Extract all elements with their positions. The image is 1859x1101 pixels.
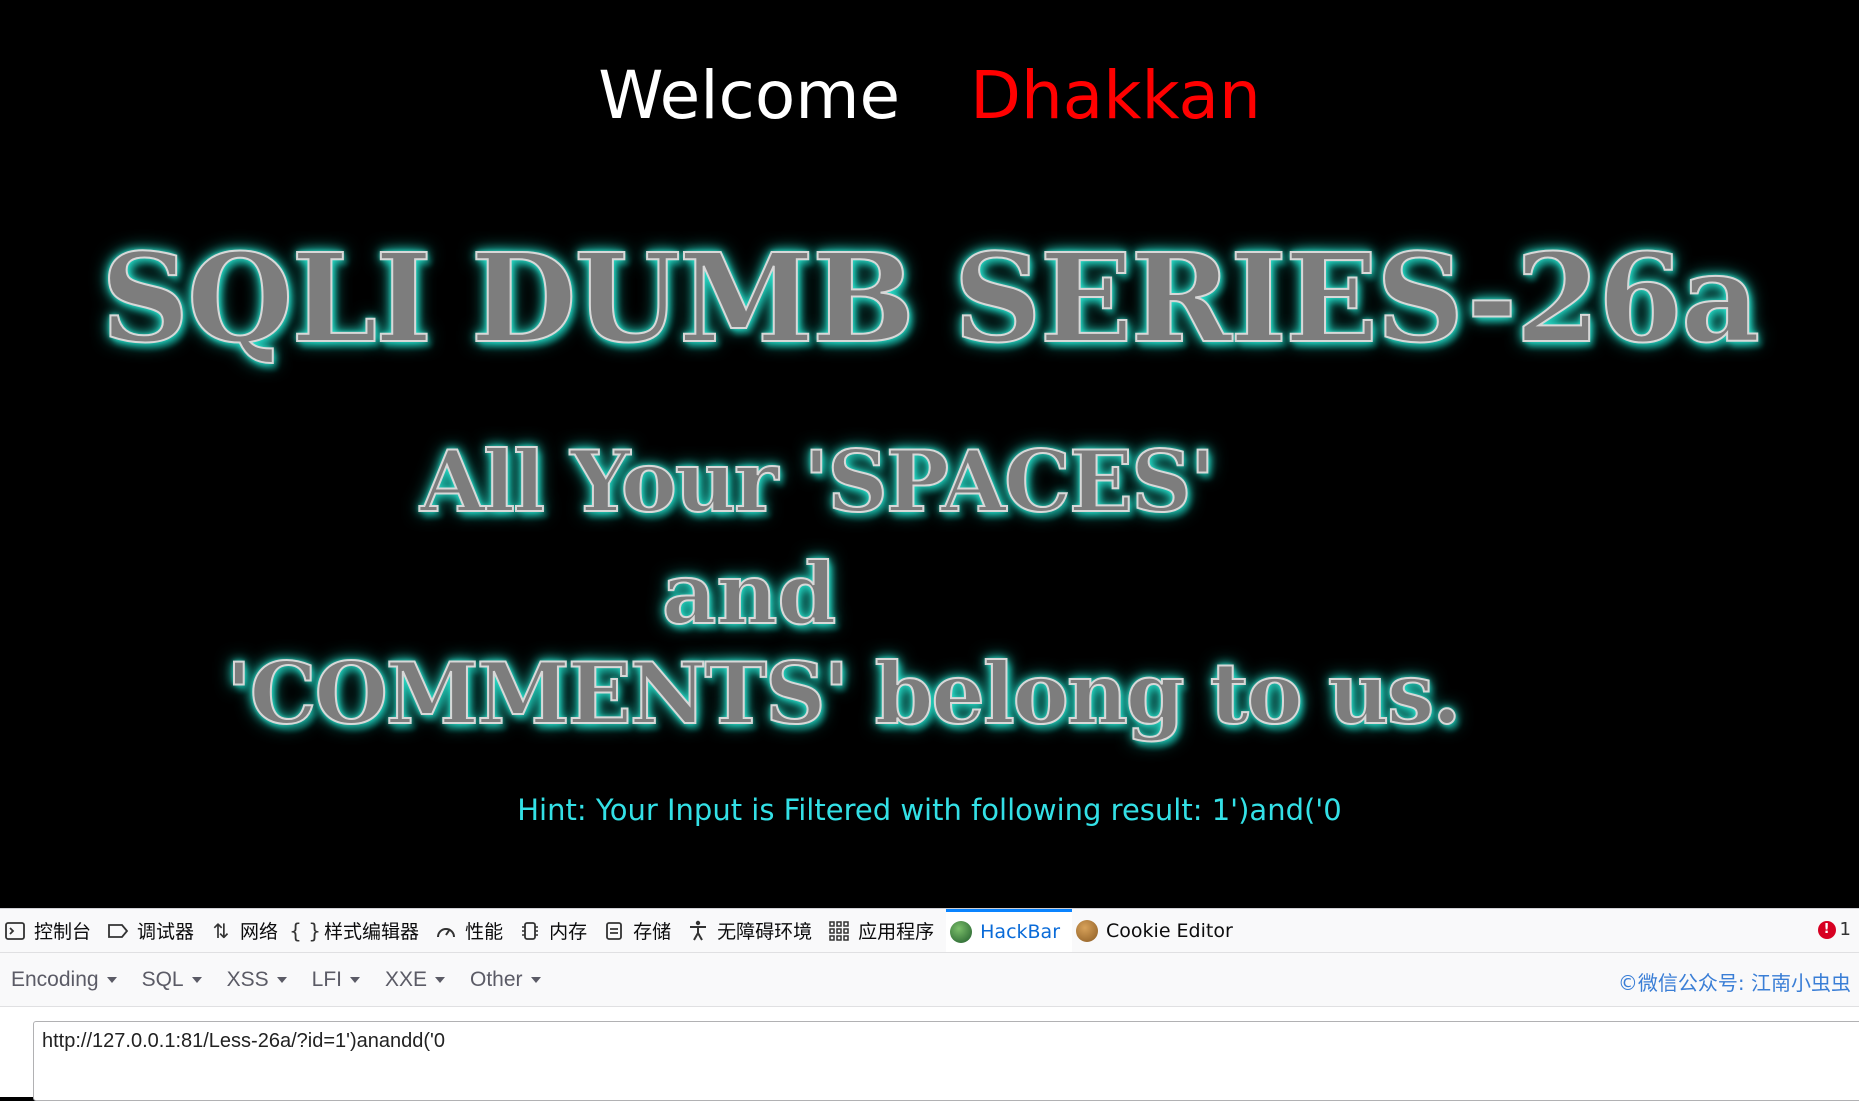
memory-icon [517,918,543,944]
menu-label: Encoding [11,967,99,991]
hackbar-icon [948,919,974,945]
hint-text: Hint: Your Input is Filtered with follow… [517,793,1342,827]
menu-label: SQL [141,967,184,991]
tab-label: 控制台 [34,921,92,943]
storage-icon [601,918,627,944]
devtools-panel: 控制台 调试器 ⇅ 网络 { } 样式编辑器 性能 内存 存储 无障碍环境 应用… [0,908,1859,1101]
error-indicator[interactable]: ! 1 [1817,919,1851,940]
slogan-line-3: 'COMMENTS' belong to us. [225,643,1462,744]
style-editor-icon: { } [289,918,321,943]
tab-label: 网络 [240,921,279,943]
accessibility-icon [685,918,711,944]
tab-hackbar[interactable]: HackBar [946,909,1073,952]
welcome-word: Welcome [598,57,901,134]
tab-label: 样式编辑器 [324,921,420,943]
tab-label: 应用程序 [858,921,935,943]
menu-sql[interactable]: SQL [142,968,202,992]
tab-label: Cookie Editor [1106,919,1233,942]
error-icon: ! [1817,920,1836,939]
devtools-toolbar: 控制台 调试器 ⇅ 网络 { } 样式编辑器 性能 内存 存储 无障碍环境 应用… [0,909,1859,953]
slogan-line-1: All Your 'SPACES' [419,431,1216,532]
chevron-down-icon [106,976,117,983]
banner-title: SQLI DUMB SERIES-26a [100,226,1761,370]
menu-encoding[interactable]: Encoding [11,968,117,992]
url-area: http://127.0.0.1:81/Less-26a/?id=1')anan… [0,1007,1859,1101]
menu-label: Other [470,967,523,991]
tab-label: 性能 [465,921,504,943]
tab-debugger[interactable]: 调试器 [103,909,206,952]
watermark-text: ©微信公众号: 江南小虫虫 [1617,971,1851,995]
tab-label: 内存 [549,921,588,943]
tab-memory[interactable]: 内存 [515,909,599,952]
performance-icon [433,918,459,944]
menu-xss[interactable]: XSS [227,968,287,992]
menu-lfi[interactable]: LFI [312,968,360,992]
network-icon: ⇅ [212,918,230,943]
tab-label: 无障碍环境 [717,921,813,943]
chevron-down-icon [530,976,541,983]
tab-network[interactable]: ⇅ 网络 [206,909,290,952]
application-icon [826,918,852,944]
tab-storage[interactable]: 存储 [599,909,683,952]
tab-performance[interactable]: 性能 [431,909,515,952]
web-page: Welcome Dhakkan SQLI DUMB SERIES-26a All … [0,0,1859,908]
error-count: 1 [1839,919,1851,940]
chevron-down-icon [349,976,360,983]
hackbar-menu: Encoding SQL XSS LFI XXE Other ©微信公众号: 江… [0,953,1859,1007]
menu-xxe[interactable]: XXE [384,967,446,992]
welcome-heading: Welcome Dhakkan [0,56,1859,136]
chevron-down-icon [435,976,446,983]
slogan-line-2: and [661,543,837,644]
menu-label: LFI [311,967,342,991]
tab-cookie-editor[interactable]: Cookie Editor [1072,909,1245,952]
user-name: Dhakkan [970,57,1261,134]
tab-label: 存储 [633,921,672,943]
cookie-icon [1074,918,1100,944]
chevron-down-icon [276,976,287,983]
tab-accessibility[interactable]: 无障碍环境 [683,909,824,952]
url-input[interactable]: http://127.0.0.1:81/Less-26a/?id=1')anan… [33,1021,1859,1101]
chevron-down-icon [191,976,202,983]
tab-style-editor[interactable]: { } 样式编辑器 [289,909,431,952]
menu-label: XSS [226,967,269,991]
tab-label: HackBar [980,921,1061,943]
debugger-icon [105,918,131,944]
tab-label: 调试器 [137,921,195,943]
tab-application[interactable]: 应用程序 [824,909,946,952]
console-icon [2,918,28,944]
menu-other[interactable]: Other [470,968,541,992]
menu-label: XXE [384,967,428,991]
tab-console[interactable]: 控制台 [0,909,103,952]
